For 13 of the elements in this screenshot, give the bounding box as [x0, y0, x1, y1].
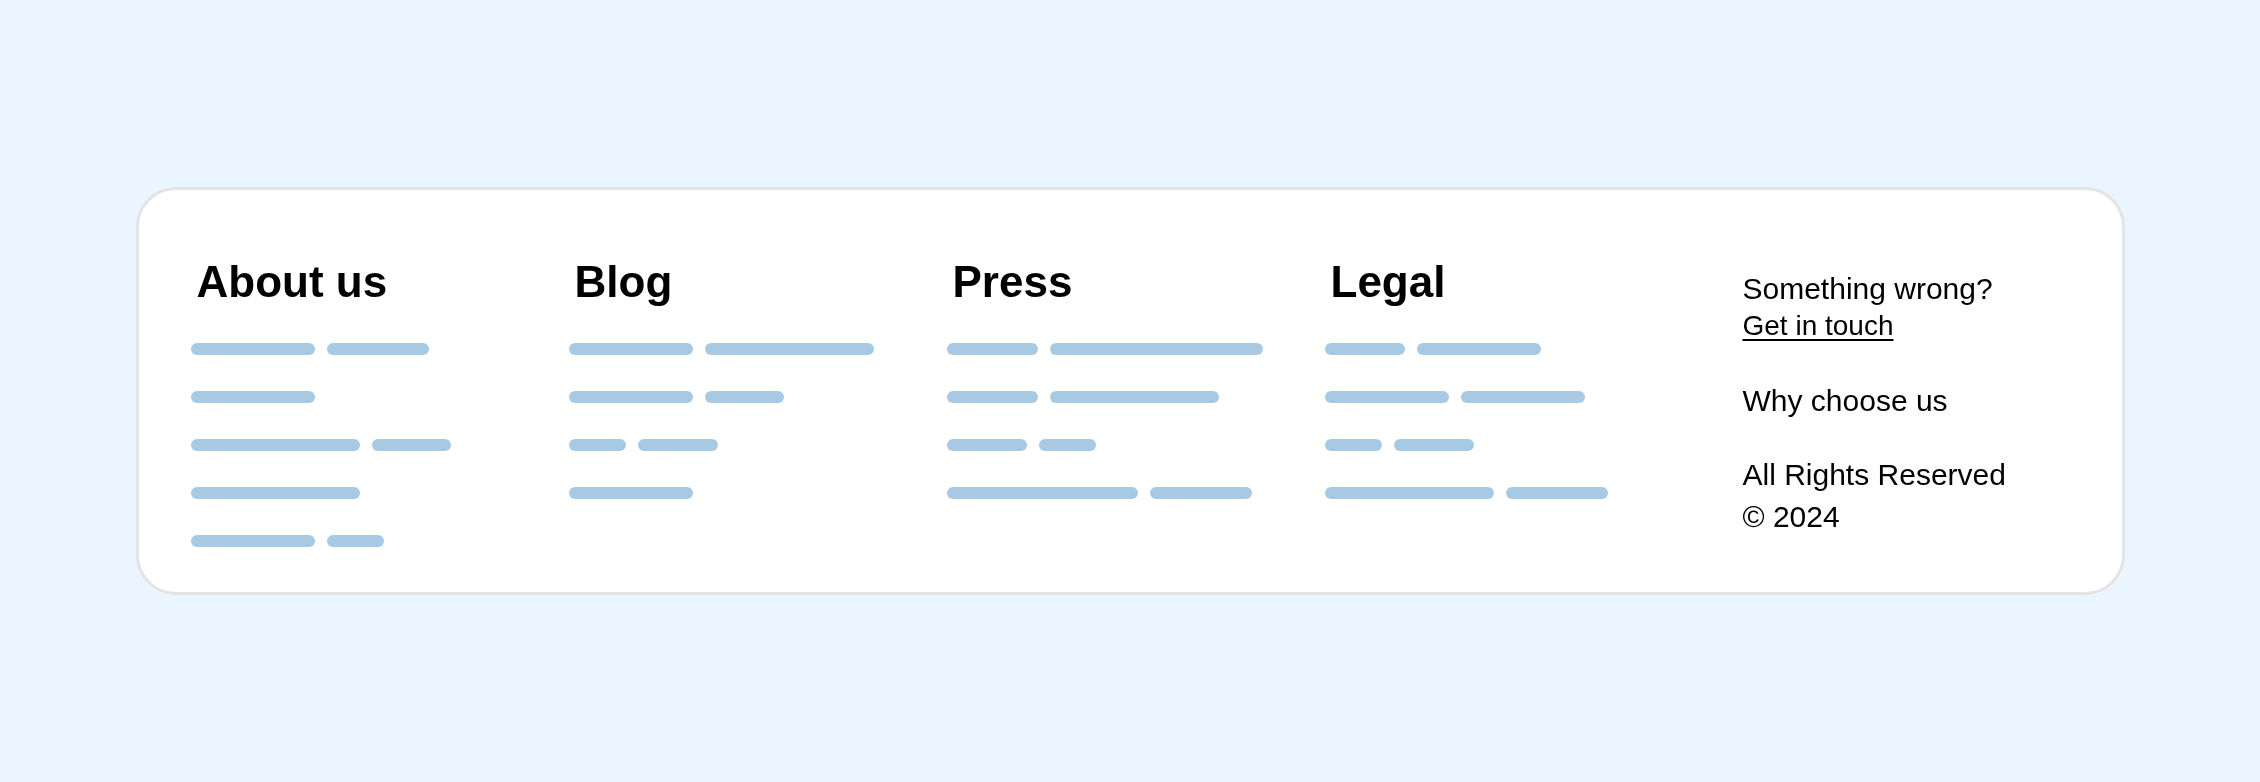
- rights-text: All Rights Reserved: [1742, 456, 2006, 493]
- column-heading: Press: [952, 255, 1074, 308]
- copyright-text: © 2024: [1742, 498, 1840, 535]
- footer-link[interactable]: Why choose us: [1742, 381, 1948, 419]
- contact-prompt: Something wrong?: [1742, 270, 1993, 307]
- column-heading: About us: [196, 255, 389, 308]
- placeholder-line: [326, 535, 384, 548]
- column-heading: Blog: [574, 255, 674, 308]
- contact-link[interactable]: Get in touch: [1742, 306, 1894, 344]
- placeholder-line: [568, 439, 626, 452]
- column-heading: Legal: [1330, 255, 1447, 308]
- placeholder-line: [1324, 439, 1382, 452]
- placeholder-line: [1038, 439, 1096, 452]
